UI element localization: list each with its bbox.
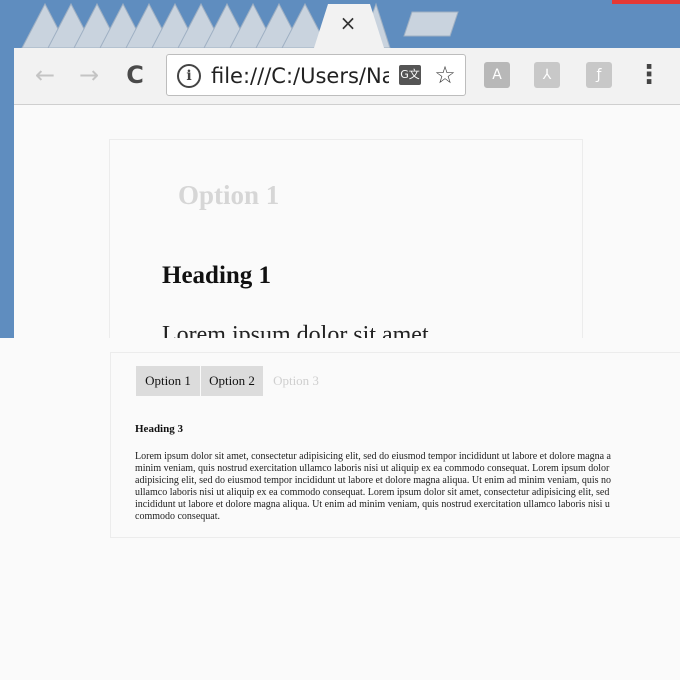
pdf-extension-icon[interactable]: ⅄: [534, 62, 560, 88]
forward-arrow-icon[interactable]: →: [72, 58, 106, 92]
translate-icon[interactable]: G文: [399, 65, 421, 85]
content-card: Option 1 Heading 1 Lorem ipsum dolor sit…: [109, 139, 583, 338]
browser-menu-icon[interactable]: ⋮: [636, 58, 662, 92]
address-bar[interactable]: i file:///C:/Users/Na G文 ☆: [166, 54, 466, 96]
paragraph-line: incididunt ut labore et dolore magna ali…: [135, 499, 610, 510]
browser-window: × ← → C i file:///C:/Users/Na G文 ☆ A ⅄ ƒ…: [0, 0, 680, 338]
info-icon[interactable]: i: [177, 64, 201, 88]
reload-icon[interactable]: C: [118, 58, 152, 92]
content-card-normal: Option 1 Option 2 Option 3 Heading 3 Lor…: [110, 352, 680, 538]
page-viewport: Option 1 Heading 1 Lorem ipsum dolor sit…: [14, 105, 680, 338]
browser-toolbar: ← → C i file:///C:/Users/Na G文 ☆ A ⅄ ƒ ⋮: [14, 48, 680, 105]
url-text[interactable]: file:///C:/Users/Na: [211, 62, 389, 90]
paragraph: Lorem ipsum dolor sit amet, consectetur …: [135, 451, 680, 531]
paragraph-line: minim veniam, quis nostrud exercitation …: [135, 463, 610, 474]
paragraph-line: adipisicing elit, sed do eiusmod tempor …: [135, 475, 612, 486]
tab-option-1[interactable]: Option 1: [136, 366, 200, 396]
screenshot-stage: × ← → C i file:///C:/Users/Na G文 ☆ A ⅄ ƒ…: [0, 0, 680, 680]
heading-1: Heading 1: [162, 262, 272, 289]
tab-option-2[interactable]: Option 2: [201, 366, 263, 396]
new-tab-button: [403, 11, 459, 37]
flash-extension-icon[interactable]: ƒ: [586, 62, 612, 88]
paragraph-zoomed: Lorem ipsum dolor sit amet: [162, 322, 429, 338]
paragraph-line: commodo consequat.: [135, 511, 220, 522]
tab-option-3[interactable]: Option 3: [264, 366, 328, 396]
heading-3: Heading 3: [135, 423, 183, 435]
page-normal-zoom: Option 1 Option 2 Option 3 Heading 3 Lor…: [0, 338, 680, 680]
angular-extension-icon[interactable]: A: [484, 62, 510, 88]
bookmark-star-icon[interactable]: ☆: [431, 60, 459, 90]
tab-close-icon[interactable]: ×: [338, 11, 358, 35]
tab-option-1-zoomed[interactable]: Option 1: [178, 180, 279, 211]
paragraph-line: Lorem ipsum dolor sit amet, consectetur …: [135, 451, 611, 462]
paragraph-line: ullamco laboris nisi ut aliquip ex ea co…: [135, 487, 610, 498]
back-arrow-icon[interactable]: ←: [28, 58, 62, 92]
